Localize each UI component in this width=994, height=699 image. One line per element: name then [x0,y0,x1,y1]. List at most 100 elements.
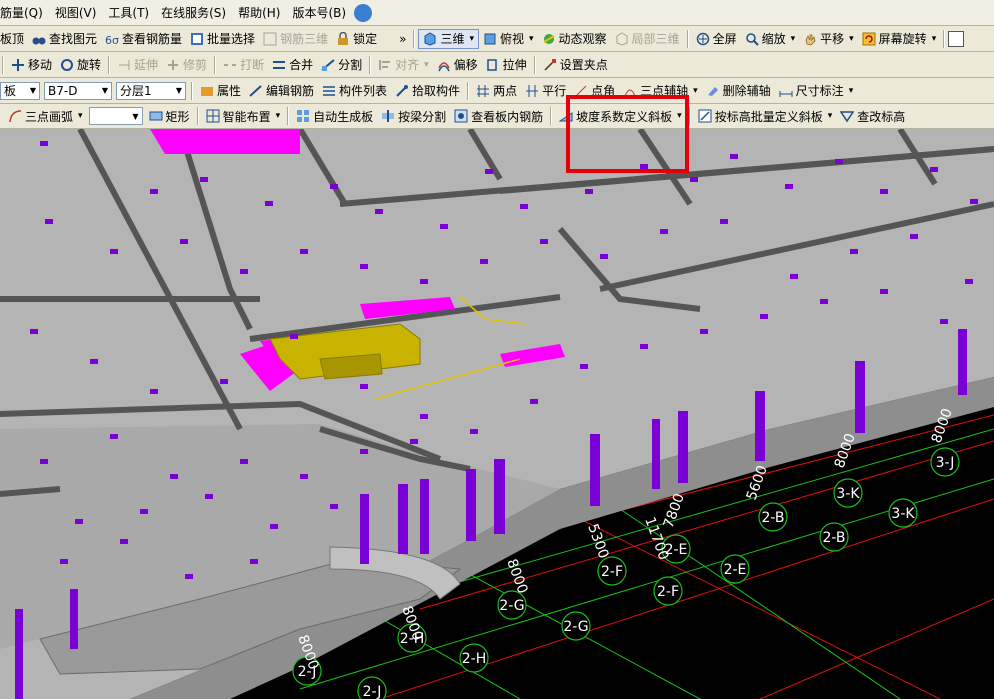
edit-rebar-label: 编辑钢筋 [266,84,315,98]
two-point-axis-button[interactable]: 两点 [472,80,521,102]
menu-help[interactable]: 帮助(H) [232,2,286,24]
menu-version[interactable]: 版本号(B) [286,2,352,24]
rebar-marker [420,279,428,284]
app-help-icon[interactable] [354,3,373,22]
view-3d-dropdown[interactable]: 三维 ▾ [418,28,479,49]
pick-component-button[interactable]: 拾取构件 [391,80,464,102]
orbit-icon [542,32,556,46]
component-list-button[interactable]: 构件列表 [318,80,391,102]
rebar-3d-button[interactable]: 钢筋三维 [259,28,332,50]
grid-icon[interactable] [948,30,965,47]
trim-button[interactable]: 修剪 [162,54,211,76]
batch-define-slope-by-elevation-button[interactable]: 按标高批量定义斜板 ▾ [694,105,837,127]
eraser-icon [706,84,720,98]
parallel-axis-button[interactable]: 平行 [521,80,570,102]
component-name-select[interactable]: B7-D ▼ [44,81,112,100]
rebar-marker [60,559,68,564]
menu-tools[interactable]: 工具(T) [102,2,155,24]
elevation-slope-icon [698,109,712,123]
rebar-marker [600,254,608,259]
auto-generate-slab-button[interactable]: 自动生成板 [292,105,377,127]
3d-viewport[interactable]: 3-J 3-K 3-K 2-B 2-B 2-E 2-E 2-F 2-F 2-G 2-G 2-H 2-H 2… [0,129,994,699]
chevron-down-icon: ▾ [529,33,534,44]
rebar-marker [250,559,258,564]
axis-label: 2-G [563,619,588,635]
delete-axis-button[interactable]: 删除辅轴 [702,80,775,102]
batch-select-label: 批量选择 [207,32,256,46]
slab-top-button[interactable]: 板顶 [0,28,28,50]
eyedropper-icon [395,84,409,98]
local-3d-button[interactable]: 局部三维 [611,28,684,50]
lock-button[interactable]: 锁定 [332,28,381,50]
merge-button[interactable]: 合并 [268,54,317,76]
properties-button[interactable]: 属性 [196,80,245,102]
top-view-label: 俯视 [499,32,524,46]
chevron-down-icon: ▼ [101,86,108,95]
rebar-marker [640,164,648,169]
toolbar-overflow-button[interactable]: » [395,28,410,50]
set-grip-button[interactable]: 设置夹点 [539,54,612,76]
move-button[interactable]: 移动 [7,54,56,76]
three-point-arc-button[interactable]: 三点画弧 ▾ [0,105,87,127]
view-slab-rebar-button[interactable]: 查看板内钢筋 [450,105,547,127]
split-button[interactable]: 分割 [317,54,366,76]
rebar-marker [205,494,213,499]
split-by-beam-button[interactable]: 按梁分割 [377,105,450,127]
cube-icon [423,31,437,46]
view-rebar-quantity-button[interactable]: 6σ 查看钢筋量 [101,28,186,50]
zoom-label: 缩放 [761,32,786,46]
draw-mode-select[interactable]: ▼ [88,107,143,125]
list-icon [322,84,336,98]
fullscreen-button[interactable]: 全屏 [692,28,741,50]
rebar-marker [110,249,118,254]
zoom-button[interactable]: 缩放 ▾ [741,28,800,50]
component-name-value: B7-D [48,83,78,98]
rebar-marker [185,574,193,579]
align-button[interactable]: 对齐 ▾ [374,54,433,76]
trim-icon [166,58,180,72]
delete-axis-label: 删除辅轴 [722,84,771,98]
component-type-select[interactable]: 板 ▼ [0,81,40,100]
lock-icon [336,31,350,46]
three-point-axis-button[interactable]: 三点辅轴 ▾ [619,80,702,102]
break-button[interactable]: 打断 [219,54,268,76]
chevron-down-icon: ▾ [848,85,854,96]
offset-button[interactable]: 偏移 [433,54,482,76]
define-slope-by-factor-button[interactable]: 坡度系数定义斜板 ▾ [555,105,686,127]
rebar-marker [200,177,208,182]
edit-rebar-button[interactable]: 编辑钢筋 [245,80,318,102]
rebar-marker [170,474,178,479]
screen-rotate-label: 屏幕旋转 [878,32,927,46]
pan-button[interactable]: 平移 ▾ [799,28,858,50]
rectangle-button[interactable]: 矩形 [145,105,194,127]
view-slab-rebar-icon [454,109,468,123]
rebar-marker [360,384,368,389]
properties-label: 属性 [217,84,242,98]
menu-view[interactable]: 视图(V) [49,2,103,24]
dimension-button[interactable]: 尺寸标注 ▾ [775,80,858,102]
point-angle-axis-button[interactable]: 点角 [570,80,619,102]
batch-select-button[interactable]: 批量选择 [186,28,259,50]
find-element-button[interactable]: 查找图元 [28,28,101,50]
rotate-button[interactable]: 旋转 [56,54,105,76]
screen-rotate-button[interactable]: 屏幕旋转 ▾ [858,28,941,50]
rebar-marker [410,439,418,444]
smart-layout-button[interactable]: 智能布置 ▾ [202,105,285,127]
rebar-marker [520,204,528,209]
layer-select[interactable]: 分层1 ▼ [116,81,186,100]
stretch-button[interactable]: 拉伸 [482,54,531,76]
menu-online-service[interactable]: 在线服务(S) [155,2,232,24]
merge-label: 合并 [289,58,314,72]
check-modify-elevation-button[interactable]: 查改标高 [836,105,909,127]
rotate-screen-icon [862,32,876,46]
chevron-down-icon: ▾ [790,33,796,44]
axis-label: 2-J [363,684,382,699]
menu-rebar[interactable]: 筋量(Q) [0,2,49,24]
extend-button[interactable]: 延伸 [113,54,162,76]
extend-icon [117,58,131,72]
dimension-icon [779,84,793,98]
dynamic-orbit-button[interactable]: 动态观察 [538,28,611,50]
split-icon [321,58,335,72]
chevron-down-icon: ▼ [132,111,139,121]
top-view-button[interactable]: 俯视 ▾ [479,28,538,50]
